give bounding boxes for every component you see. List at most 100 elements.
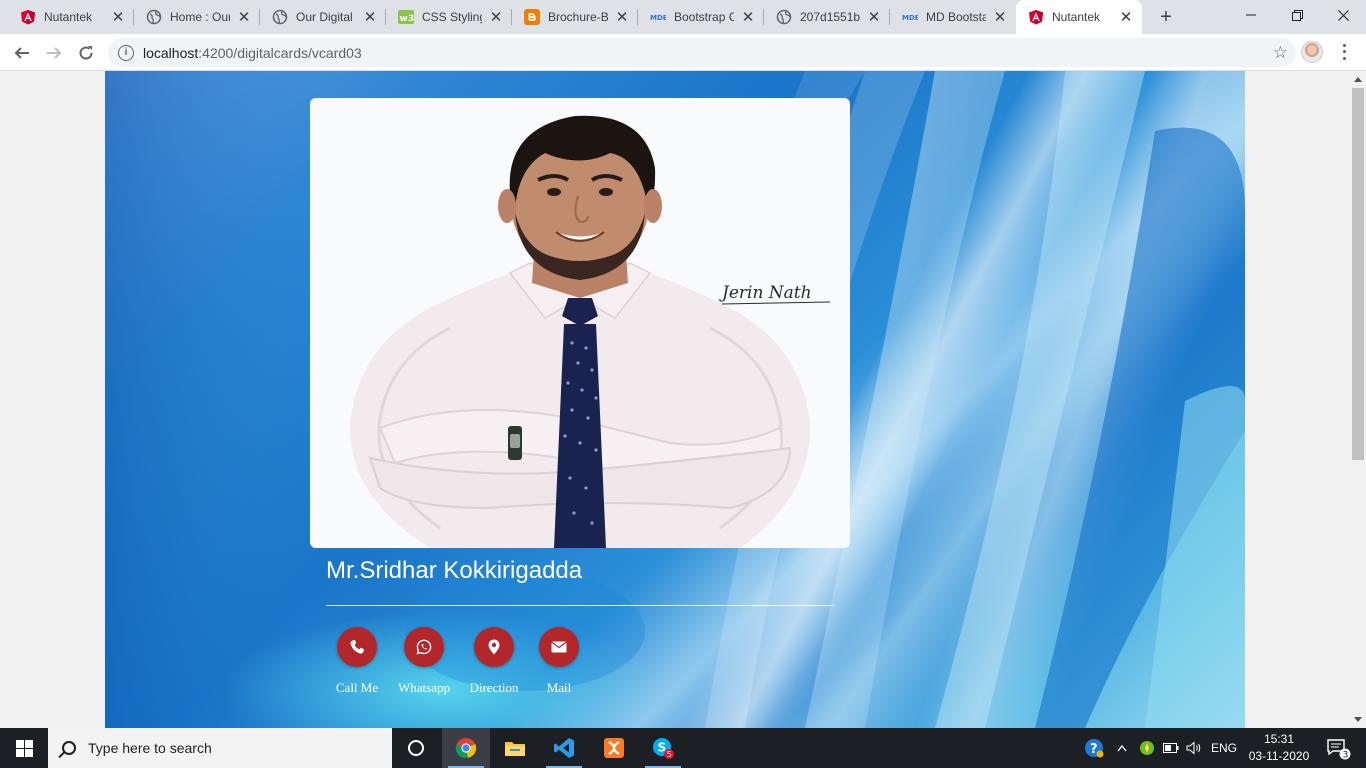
folder-icon <box>505 742 525 756</box>
taskbar-file-explorer[interactable] <box>491 728 539 768</box>
windows-taskbar: Type here to search S5 ? ENG 15:31 03-11… <box>0 728 1366 768</box>
browser-menu-button[interactable] <box>1336 42 1352 62</box>
restore-button[interactable] <box>1274 0 1320 30</box>
vertical-scrollbar[interactable] <box>1350 71 1366 728</box>
whatsapp-label: Whatsapp <box>398 680 450 695</box>
call-me-circle[interactable] <box>337 627 377 667</box>
close-icon[interactable]: ✕ <box>236 9 252 26</box>
reload-button[interactable] <box>72 39 100 67</box>
windows-logo-icon <box>15 739 33 757</box>
close-window-button[interactable] <box>1320 0 1366 30</box>
action-center-button[interactable]: 3 <box>1318 728 1358 768</box>
notification-count: 3 <box>1343 751 1349 761</box>
close-icon[interactable]: ✕ <box>866 9 882 26</box>
taskbar-vscode[interactable] <box>540 728 588 768</box>
scroll-down-arrow-icon[interactable] <box>1354 717 1362 722</box>
minimize-button[interactable] <box>1228 0 1274 30</box>
vscode-icon <box>554 738 574 758</box>
mail-circle[interactable] <box>539 627 579 667</box>
clock-time: 15:31 <box>1263 732 1295 746</box>
tab-home-our[interactable]: Home : Our ✕ <box>134 0 260 34</box>
address-bar[interactable]: i localhost:4200/digitalcards/vcard03 ☆ <box>108 38 1296 67</box>
tray-clock[interactable]: 15:31 03-11-2020 <box>1246 731 1312 765</box>
skype-icon: S5 <box>653 738 674 759</box>
mail-button[interactable]: Mail <box>514 627 604 696</box>
tab-title: CSS Styling <box>422 10 482 24</box>
person-photo-illustration: Jerin Nath <box>310 98 850 548</box>
start-button[interactable] <box>0 728 48 768</box>
arrow-right-icon <box>47 47 62 59</box>
forward-button[interactable] <box>40 39 68 67</box>
taskbar-search-box[interactable]: Type here to search <box>48 728 392 768</box>
task-view-button[interactable] <box>392 728 440 768</box>
tab-bootstrap[interactable]: MDB Bootstrap C ✕ <box>638 0 764 34</box>
tab-md-bootstrap[interactable]: MDB MD Bootsta ✕ <box>890 0 1016 34</box>
info-icon[interactable]: i <box>118 44 134 61</box>
scrollbar-thumb[interactable] <box>1352 88 1364 460</box>
mail-label: Mail <box>546 680 572 695</box>
volume-icon <box>1186 741 1200 755</box>
tab-title: Bootstrap C <box>674 10 734 24</box>
map-pin-icon <box>488 639 500 655</box>
taskbar-chrome[interactable] <box>442 728 490 768</box>
globe-icon <box>146 9 162 25</box>
url-path: :4200/digitalcards/vcard03 <box>198 44 362 61</box>
tray-language[interactable]: ENG <box>1207 728 1241 768</box>
search-icon <box>62 741 76 755</box>
xampp-icon <box>604 738 624 758</box>
mdb-icon: MDB <box>650 9 666 25</box>
battery-icon <box>1163 743 1179 753</box>
back-button[interactable] <box>8 39 36 67</box>
tab-strip: Nutantek ✕ Home : Our ✕ Our Digital ✕ w3… <box>0 0 1366 34</box>
tray-battery[interactable] <box>1161 728 1181 768</box>
close-icon[interactable]: ✕ <box>110 9 126 26</box>
taskbar-skype[interactable]: S5 <box>639 728 687 768</box>
svg-text:?: ? <box>1090 742 1098 757</box>
tab-title: 207d1551b <box>800 10 860 24</box>
tab-nutantek-active[interactable]: Nutantek ✕ <box>1016 0 1142 34</box>
whatsapp-circle[interactable] <box>404 627 444 667</box>
tray-show-hidden[interactable] <box>1112 728 1132 768</box>
security-shield-icon <box>1140 741 1154 755</box>
skype-badge: 5 <box>667 750 672 759</box>
tab-brochure[interactable]: Brochure-B ✕ <box>512 0 638 34</box>
tab-207d1551b[interactable]: 207d1551b ✕ <box>764 0 890 34</box>
close-icon[interactable]: ✕ <box>740 9 756 26</box>
tab-title: Brochure-B <box>548 10 608 24</box>
whatsapp-icon <box>416 639 432 655</box>
search-placeholder: Type here to search <box>88 740 212 756</box>
tab-title: Nutantek <box>44 10 93 24</box>
direction-circle[interactable] <box>474 627 514 667</box>
close-icon[interactable]: ✕ <box>488 9 504 26</box>
envelope-icon <box>551 641 567 653</box>
tab-nutantek-1[interactable]: Nutantek ✕ <box>8 0 134 34</box>
close-icon[interactable]: ✕ <box>1118 9 1134 26</box>
new-tab-button[interactable]: + <box>1154 5 1178 29</box>
profile-photo: Jerin Nath <box>310 98 850 548</box>
tray-app-green[interactable] <box>1137 728 1157 768</box>
svg-text:w3: w3 <box>400 14 415 24</box>
taskbar-xampp[interactable] <box>590 728 638 768</box>
reload-icon <box>79 46 93 60</box>
close-icon[interactable]: ✕ <box>992 9 1008 26</box>
close-icon[interactable]: ✕ <box>362 9 378 26</box>
blogger-icon <box>524 9 540 25</box>
scroll-up-arrow-icon[interactable] <box>1354 77 1362 82</box>
tab-title: Our Digital <box>296 10 353 24</box>
profile-avatar[interactable] <box>1301 41 1323 63</box>
arrow-left-icon <box>14 47 29 59</box>
browser-toolbar: i localhost:4200/digitalcards/vcard03 ☆ <box>0 34 1366 71</box>
tab-our-digital[interactable]: Our Digital ✕ <box>260 0 386 34</box>
close-icon[interactable]: ✕ <box>614 9 630 26</box>
direction-label: Direction <box>469 680 519 695</box>
phone-icon <box>350 640 364 654</box>
tray-help[interactable]: ? <box>1082 728 1106 768</box>
tab-css-styling[interactable]: w3 CSS Styling ✕ <box>386 0 512 34</box>
photographer-signature: Jerin Nath <box>719 283 812 303</box>
chevron-up-icon <box>1117 744 1127 752</box>
svg-text:MDB: MDB <box>902 14 918 22</box>
tray-volume[interactable] <box>1184 728 1204 768</box>
w3schools-icon: w3 <box>398 9 414 25</box>
page-viewport: Jerin Nath Mr.Sridhar Kokkirigadda Call … <box>0 71 1350 728</box>
bookmark-star-icon[interactable]: ☆ <box>1273 43 1288 63</box>
